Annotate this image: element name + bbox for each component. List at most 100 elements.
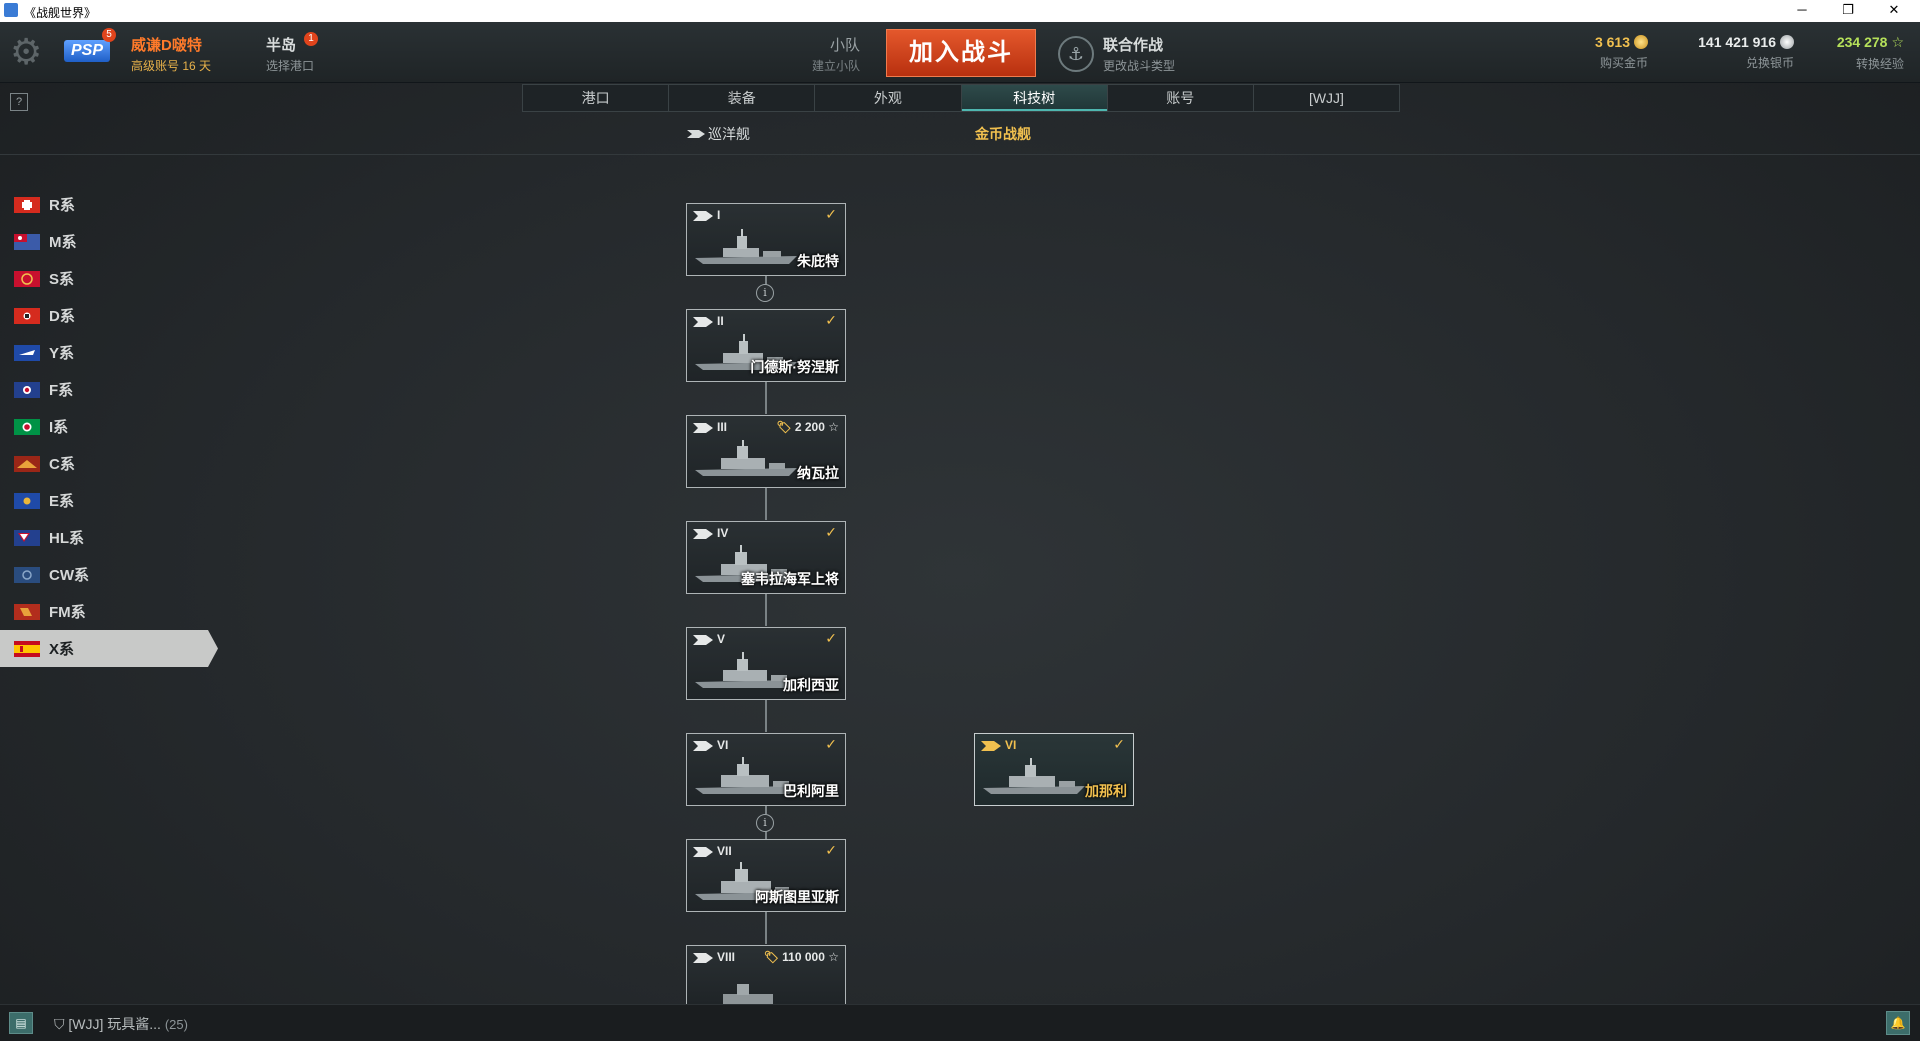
- ship-image: [695, 440, 797, 476]
- gold-ships-header: 金币战舰: [975, 126, 1031, 142]
- tree-connector: [765, 594, 767, 626]
- research-cost-value: 110 000: [782, 950, 825, 964]
- cruiser-class-icon: [693, 953, 713, 963]
- gold-label: 购买金币: [1599, 56, 1648, 70]
- ship-card[interactable]: VII ✓ 阿斯图里亚斯: [686, 839, 846, 912]
- nation-item-hl[interactable]: HL系: [0, 519, 220, 556]
- premium-ship-card[interactable]: VI ✓ 加那利: [974, 733, 1134, 806]
- ship-tier: V: [717, 632, 726, 646]
- nation-item-f[interactable]: F系: [0, 371, 220, 408]
- nation-label: I系: [49, 419, 69, 436]
- flag-e-icon: [14, 492, 40, 509]
- flag-fm-icon: [14, 603, 40, 620]
- xp-star-icon: ☆: [828, 950, 839, 964]
- minimize-button[interactable]: ─: [1780, 0, 1824, 22]
- ship-tier: IV: [717, 526, 729, 540]
- account-status: 高级账号 16 天: [131, 59, 212, 73]
- nation-item-c[interactable]: C系: [0, 445, 220, 482]
- tree-subheader: 巡洋舰 金币战舰: [0, 120, 1920, 155]
- nation-label: R系: [49, 197, 75, 214]
- researched-check-icon: ✓: [825, 736, 837, 752]
- cruiser-class-icon: [687, 130, 705, 138]
- chat-icon[interactable]: ▤: [9, 1012, 33, 1034]
- nation-item-i[interactable]: I系: [0, 408, 220, 445]
- psp-notification-badge: 5: [102, 28, 116, 42]
- flag-cw-icon: [14, 566, 40, 583]
- ship-name: 巴利阿里: [783, 783, 839, 799]
- nation-list: R系 M系 S系 D系 Y系 F系 I系 C系 E系 HL系 CW系 FM系 X…: [0, 186, 220, 667]
- ship-card[interactable]: IV ✓ 塞韦拉海军上将: [686, 521, 846, 594]
- research-tag-icon: 🏷: [776, 420, 792, 434]
- battle-mode-selector[interactable]: 联合作战 更改战斗类型: [1103, 34, 1175, 74]
- nation-label: E系: [49, 493, 75, 510]
- ship-tier: II: [717, 314, 724, 328]
- tree-connector: [765, 382, 767, 414]
- player-info[interactable]: 威谦D啵特 高级账号 16 天: [131, 34, 211, 74]
- nation-label: C系: [49, 456, 75, 473]
- free-xp-currency[interactable]: 234 278 ☆ 转换经验: [1837, 34, 1904, 72]
- tab-port[interactable]: 港口: [523, 85, 670, 111]
- settings-gear-icon[interactable]: ⚙: [10, 34, 48, 72]
- nation-item-d[interactable]: D系: [0, 297, 220, 334]
- flag-s-icon: [14, 270, 40, 287]
- nation-label: FM系: [49, 604, 86, 621]
- battle-mode-icon[interactable]: ⚓: [1058, 36, 1094, 72]
- flag-i-icon: [14, 418, 40, 435]
- squad-button[interactable]: 小队 建立小队: [800, 34, 860, 74]
- ship-card[interactable]: III 🏷 2 200 ☆ 纳瓦拉: [686, 415, 846, 488]
- ship-card[interactable]: VI ✓ 巴利阿里: [686, 733, 846, 806]
- gold-currency[interactable]: 3 613 购买金币: [1595, 34, 1648, 71]
- silver-coin-icon: [1780, 35, 1794, 49]
- silver-currency[interactable]: 141 421 916 兑换银币: [1698, 34, 1794, 71]
- ship-card[interactable]: II ✓ 门德斯·努涅斯: [686, 309, 846, 382]
- tab-exterior[interactable]: 外观: [815, 85, 962, 111]
- premium-cruiser-class-icon: [981, 741, 1001, 751]
- info-icon[interactable]: i: [756, 284, 774, 302]
- ship-image: [983, 758, 1085, 794]
- join-battle-button[interactable]: 加入战斗: [886, 29, 1036, 77]
- info-icon[interactable]: i: [756, 814, 774, 832]
- close-button[interactable]: ✕: [1872, 0, 1916, 22]
- ship-card[interactable]: V ✓ 加利西亚: [686, 627, 846, 700]
- ship-tier: I: [717, 208, 721, 222]
- ship-card[interactable]: VIII 🏷 110 000 ☆: [686, 945, 846, 1004]
- nation-item-fm[interactable]: FM系: [0, 593, 220, 630]
- cruiser-class-icon: [693, 847, 713, 857]
- tab-equipment[interactable]: 装备: [669, 85, 816, 111]
- nation-label: D系: [49, 308, 75, 325]
- tab-clan[interactable]: [WJJ]: [1254, 85, 1399, 111]
- flag-x-icon: [14, 640, 40, 657]
- shield-icon: ⛉: [54, 1016, 65, 1032]
- ship-card[interactable]: I ✓ 朱庇特: [686, 203, 846, 276]
- silver-value: 141 421 916: [1698, 34, 1776, 50]
- nation-item-m[interactable]: M系: [0, 223, 220, 260]
- nation-item-s[interactable]: S系: [0, 260, 220, 297]
- cruiser-header-label: 巡洋舰: [708, 126, 750, 142]
- nation-item-e[interactable]: E系: [0, 482, 220, 519]
- tab-account[interactable]: 账号: [1108, 85, 1254, 111]
- premium-shop-button[interactable]: PSP: [64, 40, 110, 62]
- help-icon[interactable]: ?: [10, 93, 28, 111]
- tree-connector: [765, 700, 767, 732]
- cruiser-class-icon: [693, 423, 713, 433]
- restore-button[interactable]: ❐: [1826, 0, 1870, 22]
- clan-tag: [WJJ]: [68, 1016, 104, 1032]
- nation-item-x[interactable]: X系: [0, 630, 218, 667]
- ship-name: 门德斯·努涅斯: [750, 359, 839, 375]
- nation-item-cw[interactable]: CW系: [0, 556, 220, 593]
- notification-bell-icon[interactable]: 🔔: [1886, 1011, 1910, 1035]
- researched-check-icon: ✓: [825, 524, 837, 540]
- tree-connector: [765, 488, 767, 520]
- xp-star-icon: ☆: [828, 420, 839, 434]
- clan-chat[interactable]: ⛉ [WJJ] 玩具酱... (25): [54, 1014, 188, 1034]
- main-tabs: 港口 装备 外观 科技树 账号 [WJJ]: [522, 84, 1400, 112]
- tree-connector: [765, 912, 767, 944]
- battle-mode-sub: 更改战斗类型: [1103, 59, 1176, 73]
- nation-item-r[interactable]: R系: [0, 186, 220, 223]
- cruiser-header: 巡洋舰: [687, 124, 750, 144]
- tab-tech-tree[interactable]: 科技树: [961, 85, 1108, 111]
- cruiser-class-icon: [693, 211, 713, 221]
- nation-item-y[interactable]: Y系: [0, 334, 220, 371]
- xp-star-icon: ☆: [1891, 34, 1904, 50]
- flag-d-icon: [14, 307, 40, 324]
